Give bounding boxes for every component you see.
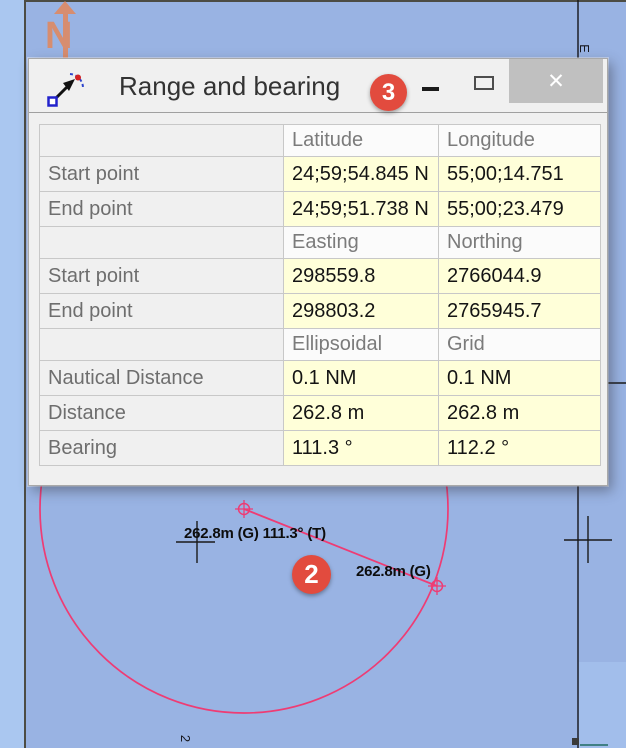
value-cell: 298559.8 [284, 259, 439, 294]
col-header-easting: Easting [284, 227, 439, 259]
table-row: Bearing 111.3 ° 112.2 ° [40, 431, 601, 466]
value-cell: 2765945.7 [439, 294, 601, 329]
table-header-row: Latitude Longitude [40, 125, 601, 157]
table-row: Distance 262.8 m 262.8 m [40, 396, 601, 431]
value-cell: 24;59;54.845 N [284, 157, 439, 192]
row-label: Bearing [40, 431, 284, 466]
col-header-latitude: Latitude [284, 125, 439, 157]
row-label: End point [40, 294, 284, 329]
tutorial-step-badge-3: 3 [370, 74, 407, 111]
col-header-grid: Grid [439, 329, 601, 361]
row-label: Nautical Distance [40, 361, 284, 396]
row-label: End point [40, 192, 284, 227]
col-header-northing: Northing [439, 227, 601, 259]
table-row: Start point 24;59;54.845 N 55;00;14.751 [40, 157, 601, 192]
value-cell: 262.8 m [284, 396, 439, 431]
dialog-title: Range and bearing [119, 59, 340, 113]
row-label: Start point [40, 157, 284, 192]
map-margin-patch [579, 662, 626, 748]
row-label: Start point [40, 259, 284, 294]
north-label: N [45, 17, 72, 55]
col-header-longitude: Longitude [439, 125, 601, 157]
value-cell: 262.8 m [439, 396, 601, 431]
header-spacer [40, 227, 284, 259]
range-bearing-dialog: Range and bearing 3 ✕ Latitude Longitude… [28, 58, 608, 486]
value-cell: 55;00;23.479 [439, 192, 601, 227]
header-spacer [40, 125, 284, 157]
table-row: Nautical Distance 0.1 NM 0.1 NM [40, 361, 601, 396]
measure-label-range-bearing: 262.8m (G) 111.3° (T) [184, 525, 326, 542]
minimize-icon [422, 87, 439, 91]
maximize-icon [474, 76, 494, 90]
table-row: Start point 298559.8 2766044.9 [40, 259, 601, 294]
range-bearing-table: Latitude Longitude Start point 24;59;54.… [39, 124, 601, 466]
dialog-titlebar[interactable]: Range and bearing 3 ✕ [29, 59, 607, 113]
value-cell: 0.1 NM [284, 361, 439, 396]
table-row: End point 298803.2 2765945.7 [40, 294, 601, 329]
value-cell: 24;59;51.738 N [284, 192, 439, 227]
col-header-ellipsoidal: Ellipsoidal [284, 329, 439, 361]
grid-label-bottom: 2 [178, 735, 193, 742]
measure-label-range: 262.8m (G) [356, 563, 431, 580]
tutorial-step-badge-2: 2 [292, 555, 331, 594]
maximize-button[interactable] [469, 69, 509, 101]
range-bearing-icon [45, 71, 89, 107]
value-cell: 0.1 NM [439, 361, 601, 396]
header-spacer [40, 329, 284, 361]
value-cell: 2766044.9 [439, 259, 601, 294]
minimize-button[interactable] [422, 87, 462, 111]
value-cell: 112.2 ° [439, 431, 601, 466]
north-arrow: N [44, 1, 90, 65]
value-cell: 298803.2 [284, 294, 439, 329]
value-cell: 55;00;14.751 [439, 157, 601, 192]
table-header-row: Easting Northing [40, 227, 601, 259]
close-button[interactable]: ✕ [509, 59, 603, 103]
row-label: Distance [40, 396, 284, 431]
close-icon: ✕ [547, 69, 565, 94]
grid-label-east: E [577, 44, 592, 53]
table-row: End point 24;59;51.738 N 55;00;23.479 [40, 192, 601, 227]
value-cell: 111.3 ° [284, 431, 439, 466]
table-header-row: Ellipsoidal Grid [40, 329, 601, 361]
